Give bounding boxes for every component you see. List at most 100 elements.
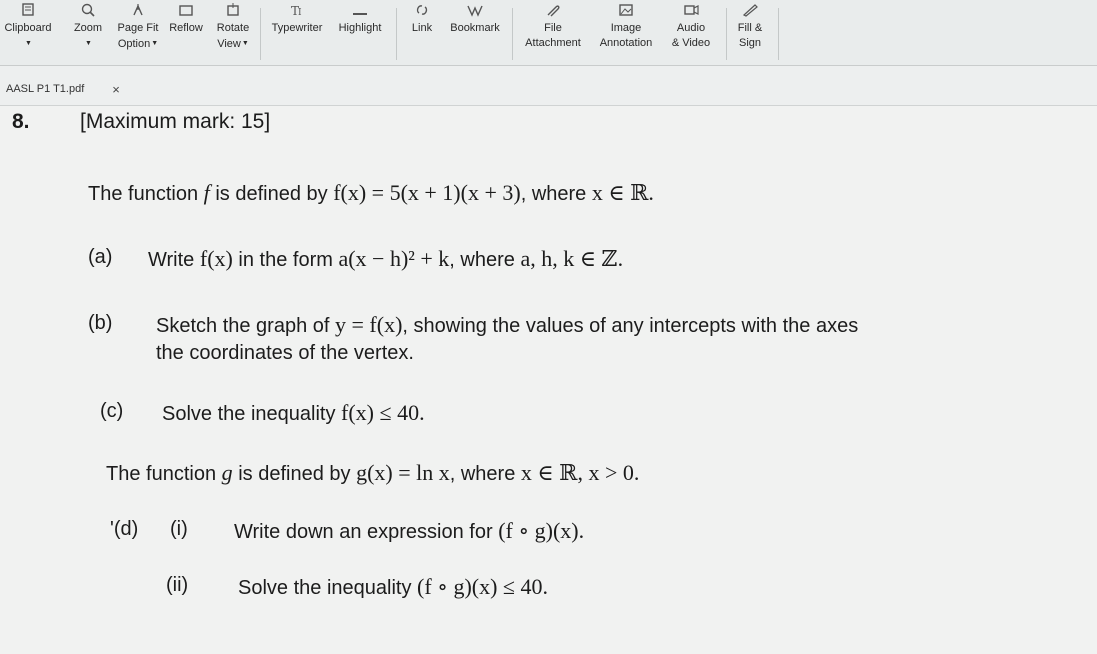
fill-sign-icon [739, 0, 761, 20]
audio-video-icon [680, 0, 702, 20]
intro-mid: is defined by [215, 183, 328, 205]
typewriter-label: Typewriter [271, 22, 323, 34]
part-a-vars: a, h, k ∈ ℤ. [520, 246, 624, 271]
toolbar-separator [778, 8, 779, 60]
part-b-rest: , showing the values of any intercepts w… [402, 315, 859, 337]
zoom-caret: ▼ [85, 40, 92, 47]
clipboard-caret: ▼ [25, 40, 32, 47]
intro-prefix: The function [88, 183, 199, 205]
part-d-ii-text: Solve the inequality (f ∘ g)(x) ≤ 40. [238, 574, 548, 600]
bookmark-label: Bookmark [450, 22, 500, 34]
part-d-ii-prefix: Solve the inequality [238, 577, 412, 599]
link-icon [411, 0, 433, 20]
g-symbol: g [221, 460, 233, 485]
part-d-i-text: Write down an expression for (f ∘ g)(x). [234, 518, 584, 544]
toolbar-separator [396, 8, 397, 60]
reflow-label: Reflow [169, 22, 203, 34]
part-a-label: (a) [88, 246, 113, 268]
fill-sign-sub: Sign [738, 37, 762, 49]
part-d-label: '(d) [110, 518, 139, 540]
highlight-icon [349, 0, 371, 20]
reflow-icon [175, 0, 197, 20]
g-where: , where [449, 463, 516, 485]
g-domain: x ∈ ℝ, x > 0. [520, 460, 640, 485]
part-c-text: Solve the inequality f(x) ≤ 40. [162, 400, 425, 426]
page-fit-icon [127, 0, 149, 20]
document-tab-bar: AASL P1 T1.pdf × [0, 66, 1097, 106]
g-prefix: The function [106, 463, 217, 485]
part-b-prefix: Sketch the graph of [156, 315, 330, 337]
question-number: 8. [12, 110, 30, 133]
intro-line: The function f is defined by f(x) = 5(x … [88, 180, 654, 206]
bookmark-button[interactable]: Bookmark [443, 0, 507, 66]
part-d-i-expression: (f ∘ g)(x). [498, 518, 585, 543]
intro-where: , where [520, 183, 587, 205]
part-d-ii-label: (ii) [166, 574, 189, 596]
part-c-inequality: f(x) ≤ 40. [341, 400, 425, 425]
part-d-ii-expression: (f ∘ g)(x) ≤ 40. [417, 574, 549, 599]
part-a-fx: f(x) [199, 246, 233, 271]
g-intro-line: The function g is defined by g(x) = ln x… [106, 460, 639, 486]
zoom-button[interactable]: Zoom ▼ [66, 0, 110, 66]
zoom-label: Zoom [73, 22, 103, 34]
document-page: 8. [Maximum mark: 15] The function f is … [0, 106, 1097, 654]
question-marks: [Maximum mark: 15] [80, 110, 271, 133]
clipboard-button[interactable]: Clipboard ▼ [2, 0, 54, 66]
close-tab-icon[interactable]: × [112, 82, 120, 97]
link-label: Link [411, 22, 433, 34]
rotate-label: Rotate [216, 22, 250, 34]
clipboard-label: Clipboard [4, 22, 52, 34]
zoom-icon [77, 0, 99, 20]
fill-sign-label: Fill & [737, 22, 763, 34]
part-d-i-prefix: Write down an expression for [234, 521, 493, 543]
part-c-prefix: Solve the inequality [162, 403, 336, 425]
image-label: Image [610, 22, 642, 34]
g-function-def: g(x) = ln x [356, 460, 450, 485]
highlight-button[interactable]: Highlight [330, 0, 390, 66]
document-tab-title: AASL P1 T1.pdf [6, 83, 85, 95]
rotate-view-button[interactable]: Rotate View▼ [210, 0, 256, 66]
page-fit-sub: Option▼ [117, 38, 159, 50]
rotate-sub: View▼ [217, 38, 249, 50]
file-attachment-icon [542, 0, 564, 20]
part-b-label: (b) [88, 312, 113, 334]
reflow-button[interactable]: Reflow [165, 0, 207, 66]
page-fit-button[interactable]: Page Fit Option▼ [112, 0, 164, 66]
file-label: File [544, 22, 562, 34]
part-c-label: (c) [100, 400, 124, 422]
file-sub: Attachment [525, 37, 581, 49]
document-tab[interactable]: AASL P1 T1.pdf × [6, 78, 146, 100]
audio-video-button[interactable]: Audio & Video [662, 0, 720, 66]
file-attachment-button[interactable]: File Attachment [518, 0, 588, 66]
part-a-prefix: Write [148, 249, 195, 271]
svg-text:I: I [298, 8, 302, 17]
ribbon-toolbar: Clipboard ▼ Zoom ▼ Page Fit Option▼ Refl… [0, 0, 1097, 66]
audio-sub: & Video [671, 37, 711, 49]
page-fit-label: Page Fit [117, 22, 159, 34]
intro-function-def: f(x) = 5(x + 1)(x + 3) [333, 180, 521, 205]
toolbar-separator [726, 8, 727, 60]
toolbar-separator [512, 8, 513, 60]
part-b-eq: y = f(x) [335, 312, 403, 337]
typewriter-button[interactable]: TI Typewriter [265, 0, 329, 66]
rotate-icon [222, 0, 244, 20]
part-a-mid: in the form [238, 249, 333, 271]
image-icon [615, 0, 637, 20]
intro-domain: x ∈ ℝ. [591, 180, 654, 205]
clipboard-icon [17, 0, 39, 20]
intro-f: f [203, 180, 210, 205]
link-button[interactable]: Link [402, 0, 442, 66]
g-mid: is defined by [238, 463, 351, 485]
part-a-text: Write f(x) in the form a(x − h)² + k, wh… [148, 246, 623, 272]
image-annotation-button[interactable]: Image Annotation [590, 0, 662, 66]
toolbar-separator [260, 8, 261, 60]
part-a-form: a(x − h)² + k [338, 246, 450, 271]
bookmark-icon [464, 0, 486, 20]
part-a-where: , where [449, 249, 515, 271]
image-sub: Annotation [599, 37, 653, 49]
audio-label: Audio [676, 22, 706, 34]
typewriter-icon: TI [286, 0, 308, 20]
highlight-label: Highlight [338, 22, 382, 34]
fill-sign-button[interactable]: Fill & Sign [730, 0, 770, 66]
part-b-line2: the coordinates of the vertex. [156, 342, 414, 364]
